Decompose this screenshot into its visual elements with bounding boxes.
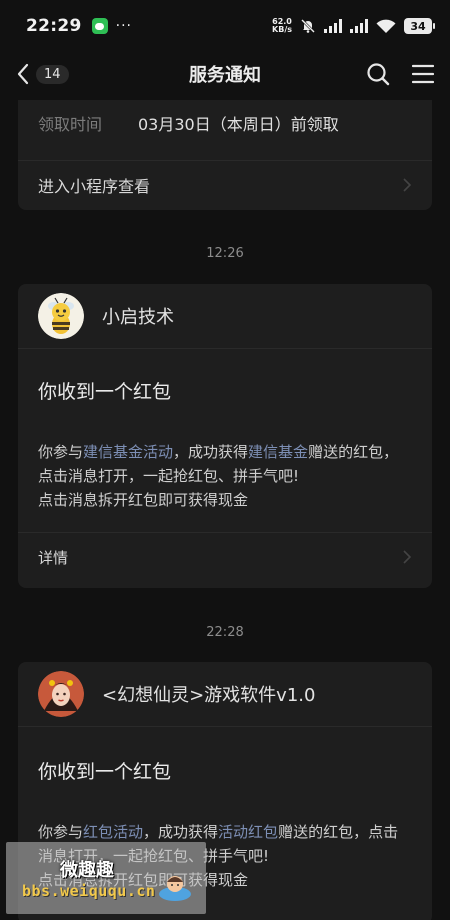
search-icon[interactable] — [366, 62, 390, 86]
highlight-sponsor: 活动红包 — [218, 823, 279, 841]
highlight-activity: 红包活动 — [83, 823, 144, 841]
wifi-icon — [376, 19, 396, 33]
claim-time-label: 领取时间 — [38, 115, 103, 134]
sender-name: <幻想仙灵>游戏软件v1.0 — [102, 685, 316, 706]
highlight-sponsor: 建信基金 — [248, 443, 309, 461]
watermark-url: bbs.weiququ.cn — [22, 882, 156, 900]
menu-icon[interactable] — [412, 64, 434, 84]
bee-mascot-icon — [38, 293, 84, 339]
watermark: 微趣趣 bbs.weiququ.cn — [6, 842, 206, 914]
claim-time-row: 领取时间 03月30日（本周日）前领取 — [18, 100, 432, 146]
watermark-mascot-icon — [159, 876, 191, 901]
divider — [18, 726, 432, 727]
card-header: <幻想仙灵>游戏软件v1.0 — [18, 662, 432, 726]
more-notifications-icon: ··· — [115, 18, 132, 34]
navigation-bar: 14 服务通知 — [0, 52, 450, 96]
watermark-title: 微趣趣 — [60, 860, 114, 881]
unread-count-badge: 14 — [36, 64, 69, 84]
status-bar: 22:29 ··· 62.0 KB/s 34 — [0, 0, 450, 52]
network-speed: 62.0 KB/s — [272, 17, 292, 34]
sender-avatar — [38, 293, 84, 339]
details-link[interactable]: 详情 — [18, 533, 432, 581]
message-timestamp: 12:26 — [206, 246, 244, 261]
mute-bell-icon — [301, 19, 315, 33]
game-character-avatar — [38, 671, 84, 717]
message-timestamp: 22:28 — [206, 625, 244, 640]
card-header: 小启技术 — [18, 284, 432, 348]
highlight-activity: 建信基金活动 — [83, 443, 174, 461]
claim-time-value: 03月30日（本周日）前领取 — [138, 115, 339, 134]
message-body: 你参与建信基金活动，成功获得建信基金赠送的红包， 点击消息打开，一起抢红包、拼手… — [38, 443, 399, 509]
back-button[interactable]: 14 — [16, 63, 69, 85]
chevron-left-icon — [17, 63, 29, 85]
chevron-right-icon — [403, 550, 412, 564]
status-time: 22:29 — [26, 16, 82, 36]
notification-card-previous: 领取时间 03月30日（本周日）前领取 进入小程序查看 — [18, 100, 432, 210]
battery-icon: 34 — [404, 18, 435, 34]
notification-card[interactable]: 小启技术 你收到一个红包 你参与建信基金活动，成功获得建信基金赠送的红包， 点击… — [18, 284, 432, 588]
signal-icon-1 — [324, 19, 342, 33]
divider — [18, 348, 432, 349]
wechat-notification-icon — [91, 18, 108, 34]
chevron-right-icon — [403, 178, 412, 192]
mini-program-link[interactable]: 进入小程序查看 — [18, 161, 432, 209]
sender-avatar — [38, 671, 84, 717]
message-title: 你收到一个红包 — [38, 761, 172, 783]
message-title: 你收到一个红包 — [38, 381, 172, 403]
sender-name: 小启技术 — [102, 307, 174, 328]
signal-icon-2 — [350, 19, 368, 33]
